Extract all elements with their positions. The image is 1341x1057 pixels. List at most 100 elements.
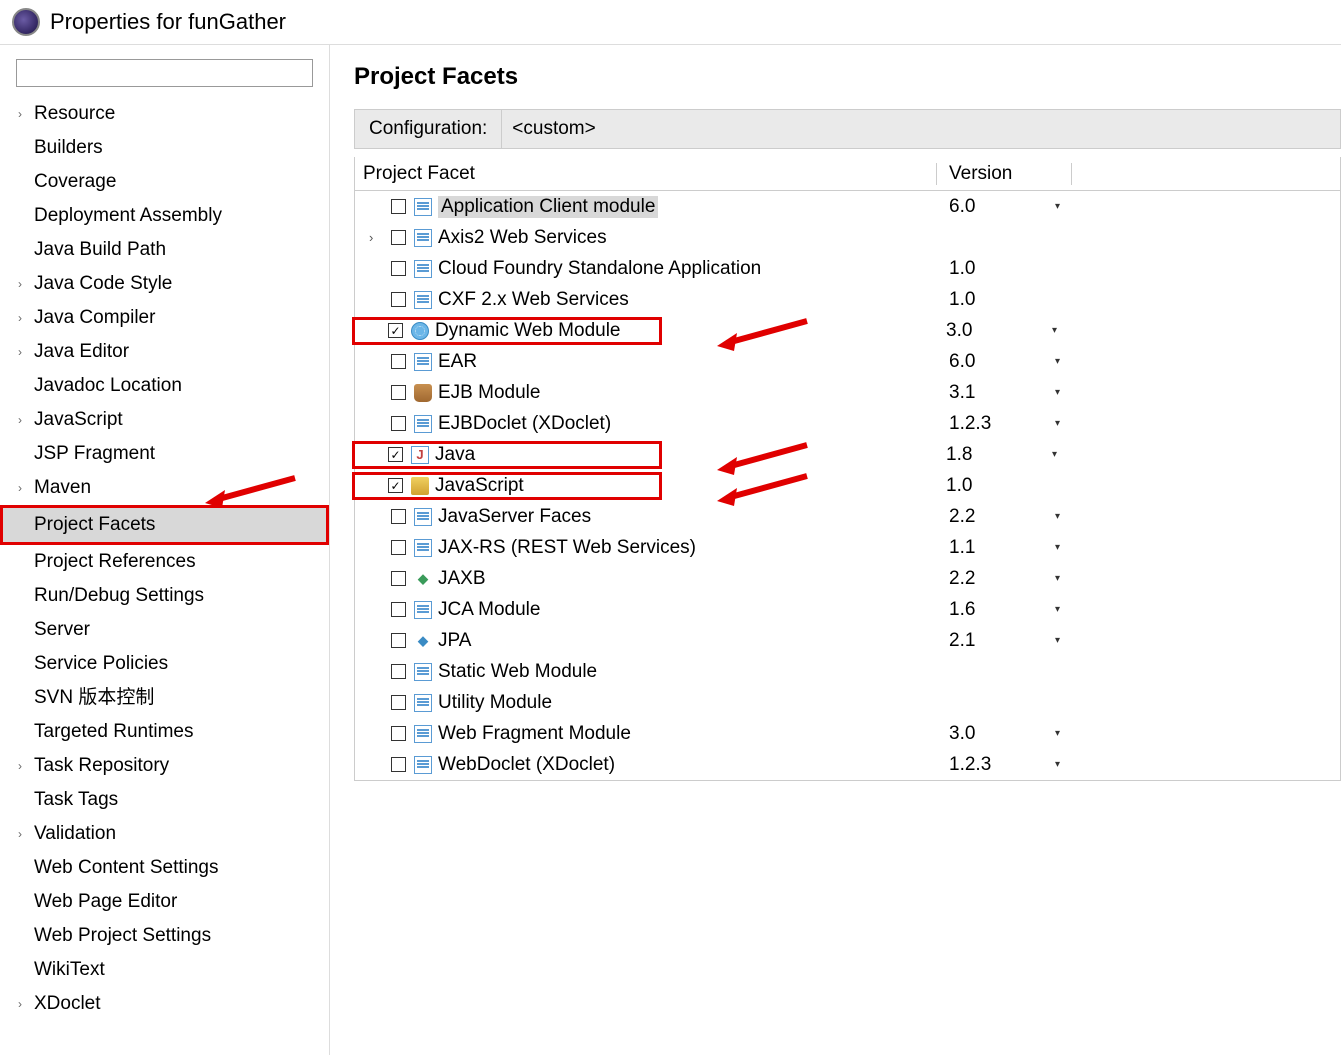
facet-version-cell[interactable]: 1.2.3▾ [937, 754, 1072, 776]
expand-arrow-icon[interactable]: › [369, 230, 373, 245]
sidebar-item-java-compiler[interactable]: ›Java Compiler [0, 301, 329, 335]
sidebar-item-run-debug-settings[interactable]: Run/Debug Settings [0, 579, 329, 613]
sidebar-item-service-policies[interactable]: Service Policies [0, 647, 329, 681]
sidebar-item-targeted-runtimes[interactable]: Targeted Runtimes [0, 715, 329, 749]
sidebar-item-project-facets[interactable]: Project Facets [0, 505, 329, 545]
facet-version-cell[interactable]: 1.1▾ [937, 537, 1072, 559]
facet-row[interactable]: EJBDoclet (XDoclet)1.2.3▾ [355, 408, 1340, 439]
sidebar-item-wikitext[interactable]: WikiText [0, 953, 329, 987]
facet-checkbox[interactable] [391, 354, 406, 369]
sidebar-item-java-build-path[interactable]: Java Build Path [0, 233, 329, 267]
facet-row[interactable]: WebDoclet (XDoclet) 1.2.3▾ [355, 749, 1340, 780]
facet-label: WebDoclet (XDoclet) [438, 754, 615, 776]
caret-down-icon: ▾ [1055, 728, 1060, 739]
sidebar-item-task-tags[interactable]: Task Tags [0, 783, 329, 817]
facet-version-cell[interactable]: 1.6▾ [937, 599, 1072, 621]
sidebar-item-validation[interactable]: ›Validation [0, 817, 329, 851]
sidebar-item-label: Web Project Settings [34, 921, 211, 951]
sidebar-item-coverage[interactable]: Coverage [0, 165, 329, 199]
facet-version-cell[interactable]: 6.0▾ [937, 351, 1072, 373]
doc-icon [414, 415, 432, 433]
facet-checkbox[interactable] [391, 633, 406, 648]
facet-row[interactable]: ◆JAXB2.2▾ [355, 563, 1340, 594]
sidebar-item-task-repository[interactable]: ›Task Repository [0, 749, 329, 783]
sidebar-item-label: Server [34, 615, 90, 645]
facet-checkbox[interactable] [391, 757, 406, 772]
facet-version-cell[interactable]: 2.2▾ [937, 506, 1072, 528]
facet-row[interactable]: JavaScript1.0 [355, 470, 1340, 501]
sidebar-item-maven[interactable]: ›Maven [0, 471, 329, 505]
sidebar-item-web-page-editor[interactable]: Web Page Editor [0, 885, 329, 919]
facet-row[interactable]: EAR6.0▾ [355, 346, 1340, 377]
facet-checkbox[interactable] [391, 726, 406, 741]
filter-input[interactable] [16, 59, 313, 87]
configuration-select[interactable]: <custom> [501, 110, 1340, 148]
facet-name-cell: EJBDoclet (XDoclet) [355, 413, 937, 435]
facet-label: Utility Module [438, 692, 552, 714]
facet-checkbox[interactable] [388, 478, 403, 493]
facet-row[interactable]: ›Axis2 Web Services [355, 222, 1340, 253]
facet-row[interactable]: JCA Module1.6▾ [355, 594, 1340, 625]
facet-version-cell[interactable]: 3.0▾ [934, 320, 1069, 342]
sidebar-item-resource[interactable]: ›Resource [0, 97, 329, 131]
sidebar-item-label: Maven [34, 473, 91, 503]
configuration-value: <custom> [512, 118, 595, 140]
sidebar-item-deployment-assembly[interactable]: Deployment Assembly [0, 199, 329, 233]
facet-row[interactable]: Dynamic Web Module3.0▾ [355, 315, 1340, 346]
facet-version-cell[interactable]: 1.8▾ [934, 444, 1069, 466]
facet-version-cell[interactable]: 6.0▾ [937, 196, 1072, 218]
facet-checkbox[interactable] [391, 292, 406, 307]
sidebar-item-java-code-style[interactable]: ›Java Code Style [0, 267, 329, 301]
facet-row[interactable]: JJava1.8▾ [355, 439, 1340, 470]
facet-checkbox[interactable] [391, 695, 406, 710]
facet-checkbox[interactable] [391, 540, 406, 555]
column-header-facet[interactable]: Project Facet [355, 163, 937, 185]
facet-checkbox[interactable] [391, 261, 406, 276]
sidebar-item-javascript[interactable]: ›JavaScript [0, 403, 329, 437]
facet-version-cell[interactable]: 3.1▾ [937, 382, 1072, 404]
facet-version-cell[interactable]: 2.1▾ [937, 630, 1072, 652]
sidebar-item-javadoc-location[interactable]: Javadoc Location [0, 369, 329, 403]
sidebar-item-label: Service Policies [34, 649, 168, 679]
facet-version-cell[interactable]: 1.2.3▾ [937, 413, 1072, 435]
facet-row[interactable]: CXF 2.x Web Services1.0 [355, 284, 1340, 315]
column-header-version[interactable]: Version [937, 163, 1072, 185]
facet-checkbox[interactable] [391, 509, 406, 524]
sidebar-item-web-content-settings[interactable]: Web Content Settings [0, 851, 329, 885]
sidebar-item-builders[interactable]: Builders [0, 131, 329, 165]
facet-label: Static Web Module [438, 661, 597, 683]
facet-row[interactable]: EJB Module3.1▾ [355, 377, 1340, 408]
facet-row[interactable]: Cloud Foundry Standalone Application1.0 [355, 253, 1340, 284]
facet-row[interactable]: Static Web Module [355, 656, 1340, 687]
facet-checkbox[interactable] [391, 230, 406, 245]
facet-row[interactable]: JAX-RS (REST Web Services)1.1▾ [355, 532, 1340, 563]
facet-name-cell: CXF 2.x Web Services [355, 289, 937, 311]
sidebar-item-svn-[interactable]: SVN 版本控制 [0, 681, 329, 715]
sidebar-item-project-references[interactable]: Project References [0, 545, 329, 579]
facet-checkbox[interactable] [388, 447, 403, 462]
sidebar-item-jsp-fragment[interactable]: JSP Fragment [0, 437, 329, 471]
facet-checkbox[interactable] [391, 602, 406, 617]
sidebar-item-server[interactable]: Server [0, 613, 329, 647]
facet-checkbox[interactable] [388, 323, 403, 338]
sidebar-item-java-editor[interactable]: ›Java Editor [0, 335, 329, 369]
facet-row[interactable]: Application Client module6.0▾ [355, 191, 1340, 222]
facet-row[interactable]: Web Fragment Module3.0▾ [355, 718, 1340, 749]
titlebar: Properties for funGather [0, 0, 1341, 44]
facet-checkbox[interactable] [391, 664, 406, 679]
facet-checkbox[interactable] [391, 416, 406, 431]
sidebar-item-web-project-settings[interactable]: Web Project Settings [0, 919, 329, 953]
facet-checkbox[interactable] [391, 385, 406, 400]
facet-checkbox[interactable] [391, 571, 406, 586]
facet-version-cell[interactable]: 2.2▾ [937, 568, 1072, 590]
jpa-icon: ◆ [414, 632, 432, 650]
facet-row[interactable]: JavaServer Faces2.2▾ [355, 501, 1340, 532]
facet-version-cell[interactable]: 3.0▾ [937, 723, 1072, 745]
facet-row[interactable]: ◆JPA2.1▾ [355, 625, 1340, 656]
facet-name-cell: ◆JPA [355, 630, 937, 652]
facet-row[interactable]: Utility Module [355, 687, 1340, 718]
eclipse-icon [12, 8, 40, 36]
expand-arrow-icon: › [18, 337, 32, 367]
sidebar-item-xdoclet[interactable]: ›XDoclet [0, 987, 329, 1021]
facet-checkbox[interactable] [391, 199, 406, 214]
